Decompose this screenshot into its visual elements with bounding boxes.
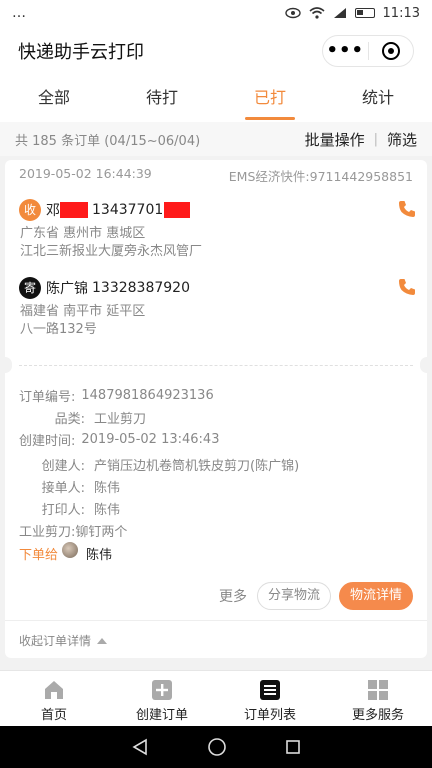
back-icon[interactable]: [131, 738, 149, 756]
status-more-icon: …: [12, 5, 26, 21]
express-number: EMS经济快件:9711442958851: [228, 169, 413, 184]
receiver-region: 广东省 惠州市 惠城区: [20, 226, 146, 241]
grid-icon: [368, 680, 388, 700]
sender-street: 八一路132号: [20, 322, 97, 337]
tab-pending[interactable]: 待打: [108, 76, 216, 122]
sender-name: 陈广锦: [46, 281, 88, 297]
eye-icon: [284, 7, 301, 19]
printer-person: 陈伟: [94, 502, 121, 518]
home-icon: [45, 681, 63, 699]
chevron-up-icon: [97, 637, 108, 644]
dashed-divider: [19, 365, 413, 366]
sender-block: 寄 陈广锦 13328387920 福建省 南平市 延平区 八一路132号: [19, 276, 417, 339]
order-card: 2019-05-02 16:44:39 EMS经济快件:971144295885…: [0, 160, 432, 658]
nav-home[interactable]: 首页: [0, 671, 108, 726]
filter-button[interactable]: 筛选: [387, 129, 417, 150]
nav-label: 创建订单: [135, 708, 188, 723]
miniapp-capsule: •••: [322, 35, 414, 67]
nav-label: 订单列表: [243, 708, 296, 723]
system-nav-bar: [0, 726, 432, 768]
nav-order-list[interactable]: 订单列表: [216, 671, 324, 726]
nav-label: 更多服务: [351, 708, 404, 723]
close-miniapp-icon[interactable]: [369, 42, 414, 60]
tab-printed[interactable]: 已打: [216, 76, 324, 122]
sender-region: 福建省 南平市 延平区: [20, 304, 146, 319]
card-notch: [0, 357, 12, 373]
order-details: 订单编号: 1487981864923136 品类: 工业剪刀 创建时间: 2019-…: [19, 384, 299, 565]
logistics-detail-button[interactable]: 物流详情: [338, 582, 413, 610]
creator: 产销压边机卷筒机铁皮剪刀(陈广锦): [94, 458, 300, 474]
card-actions: 更多 分享物流 物流详情: [219, 582, 413, 610]
created-time: 2019-05-02 13:46:43: [81, 431, 220, 447]
home-circle-icon[interactable]: [207, 737, 227, 757]
order-datetime: 2019-05-02 16:44:39: [19, 166, 152, 181]
status-time: 11:13: [382, 5, 420, 21]
nav-create-order[interactable]: 创建订单: [108, 671, 216, 726]
order-note: 工业剪刀:铆钉两个: [19, 524, 128, 540]
redaction-mark: [60, 202, 88, 218]
avatar: [62, 542, 79, 558]
more-menu-icon[interactable]: •••: [323, 37, 368, 65]
tab-all[interactable]: 全部: [0, 76, 108, 122]
collapse-details-toggle[interactable]: 收起订单详情: [19, 632, 108, 649]
divider: [5, 620, 427, 621]
receiver-person: 陈伟: [94, 480, 121, 496]
recents-icon[interactable]: [285, 739, 301, 755]
receiver-badge: 收: [19, 199, 41, 221]
category: 工业剪刀: [94, 411, 147, 427]
batch-operation-button[interactable]: 批量操作: [305, 129, 365, 150]
signal-icon: [333, 8, 346, 18]
share-logistics-button[interactable]: 分享物流: [256, 582, 331, 610]
list-icon: [260, 680, 280, 700]
status-bar: … 11:13: [0, 0, 432, 26]
assign-label: 下单给: [19, 547, 59, 563]
phone-icon[interactable]: [397, 277, 417, 297]
order-no: 1487981864923136: [81, 387, 214, 403]
nav-more-services[interactable]: 更多服务: [324, 671, 432, 726]
order-summary: 共 185 条订单 (04/15~06/04) 批量操作 | 筛选: [0, 122, 432, 156]
bottom-nav: 首页 创建订单 订单列表 更多服务: [0, 670, 432, 726]
collapse-label: 收起订单详情: [19, 634, 92, 648]
redaction-mark: [164, 202, 191, 218]
receiver-person-label: 接单人:: [41, 480, 85, 496]
sender-phone: 13328387920: [92, 280, 190, 296]
created-label: 创建时间:: [19, 433, 76, 449]
battery-icon: [354, 8, 375, 18]
receiver-phone: 13437701: [92, 202, 164, 218]
receiver-block: 收 邓 13437701 广东省 惠州市 惠城区 江北三新报业大厦旁永杰风管厂: [19, 198, 417, 261]
printer-label: 打印人:: [41, 502, 85, 518]
nav-label: 首页: [40, 708, 67, 723]
separator: |: [373, 131, 378, 147]
order-count: 共 185 条订单 (04/15~06/04): [15, 133, 201, 149]
app-header: 快递助手云打印 •••: [0, 26, 432, 76]
tab-statistics[interactable]: 统计: [324, 76, 432, 122]
page-title: 快递助手云打印: [18, 42, 144, 63]
phone-icon[interactable]: [397, 199, 417, 219]
sender-badge: 寄: [19, 277, 41, 299]
assignee: 下单给 陈伟: [19, 541, 299, 565]
wifi-icon: [309, 7, 325, 19]
receiver-street: 江北三新报业大厦旁永杰风管厂: [20, 244, 203, 259]
plus-icon: [152, 680, 172, 700]
order-tabs: 全部 待打 已打 统计: [0, 76, 432, 122]
order-no-label: 订单编号:: [19, 389, 76, 405]
card-notch: [420, 357, 432, 373]
category-label: 品类:: [54, 411, 85, 427]
creator-label: 创建人:: [41, 458, 85, 474]
receiver-name: 邓: [46, 203, 60, 219]
assignee-name: 陈伟: [86, 547, 113, 563]
more-button[interactable]: 更多: [219, 586, 247, 606]
